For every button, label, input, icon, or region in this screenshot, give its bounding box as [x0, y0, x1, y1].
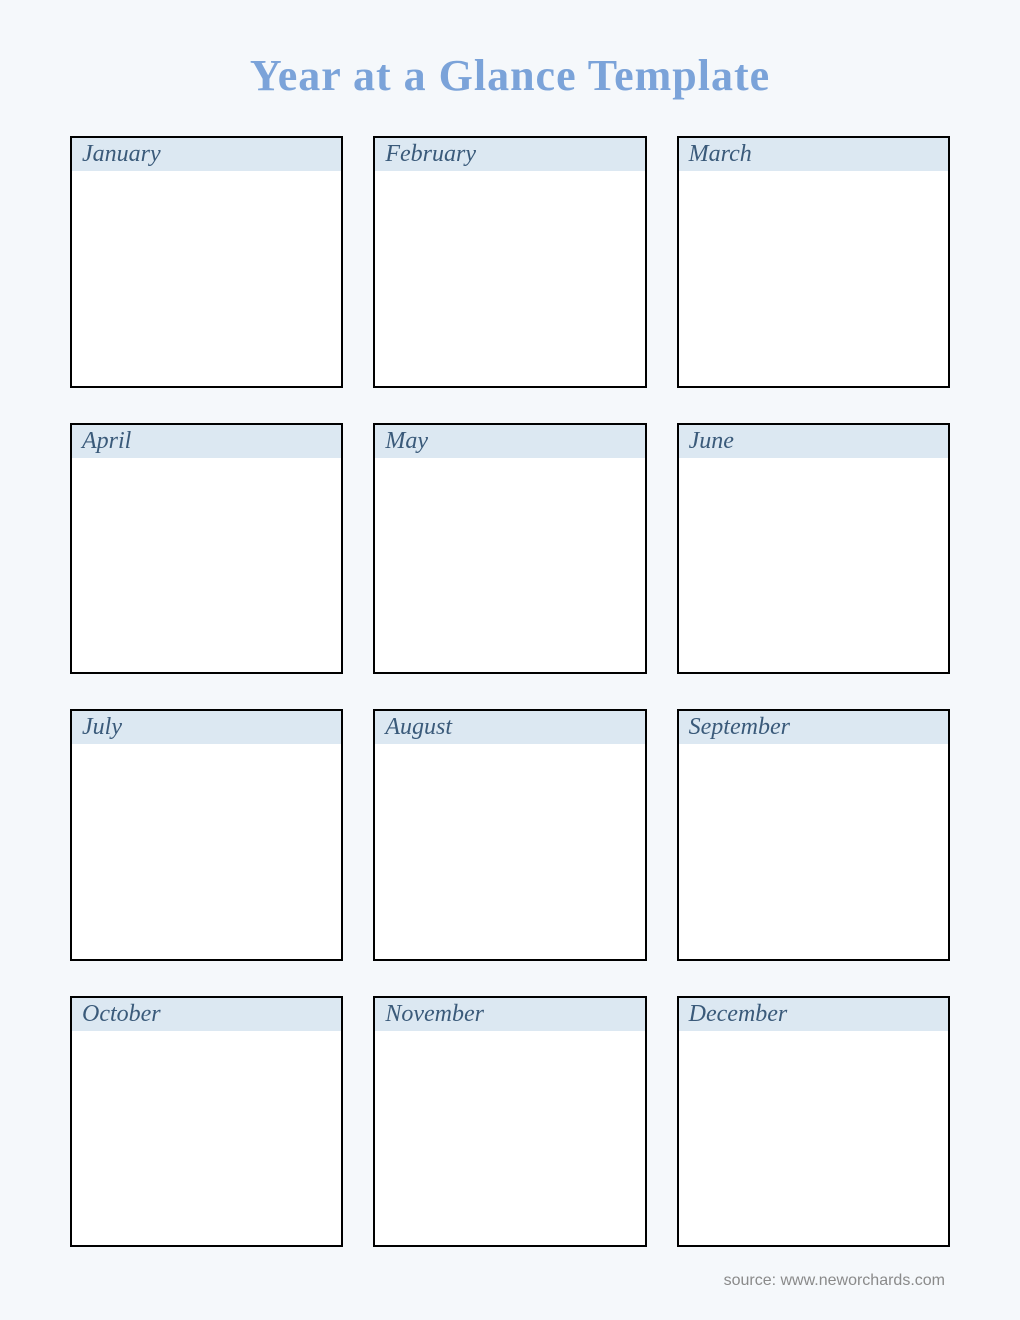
- month-box-february: February: [373, 136, 646, 388]
- month-header: December: [679, 998, 948, 1031]
- month-body: [375, 744, 644, 959]
- month-box-october: October: [70, 996, 343, 1248]
- month-box-june: June: [677, 423, 950, 675]
- month-box-may: May: [373, 423, 646, 675]
- month-body: [679, 458, 948, 673]
- month-grid: January February March April May June Ju…: [70, 136, 950, 1247]
- month-box-march: March: [677, 136, 950, 388]
- month-box-april: April: [70, 423, 343, 675]
- month-header: September: [679, 711, 948, 744]
- footer-source: source: www.neworchards.com: [70, 1272, 950, 1290]
- month-body: [375, 171, 644, 386]
- month-header: October: [72, 998, 341, 1031]
- month-header: July: [72, 711, 341, 744]
- month-box-july: July: [70, 709, 343, 961]
- month-body: [72, 1031, 341, 1246]
- month-box-december: December: [677, 996, 950, 1248]
- month-header: February: [375, 138, 644, 171]
- month-header: March: [679, 138, 948, 171]
- month-box-august: August: [373, 709, 646, 961]
- month-header: January: [72, 138, 341, 171]
- month-body: [375, 1031, 644, 1246]
- month-body: [679, 1031, 948, 1246]
- month-header: November: [375, 998, 644, 1031]
- month-body: [375, 458, 644, 673]
- month-body: [72, 171, 341, 386]
- month-header: May: [375, 425, 644, 458]
- month-header: June: [679, 425, 948, 458]
- month-body: [72, 458, 341, 673]
- month-body: [679, 744, 948, 959]
- month-body: [72, 744, 341, 959]
- month-box-september: September: [677, 709, 950, 961]
- page-title: Year at a Glance Template: [70, 50, 950, 101]
- month-box-november: November: [373, 996, 646, 1248]
- month-header: August: [375, 711, 644, 744]
- month-box-january: January: [70, 136, 343, 388]
- month-header: April: [72, 425, 341, 458]
- month-body: [679, 171, 948, 386]
